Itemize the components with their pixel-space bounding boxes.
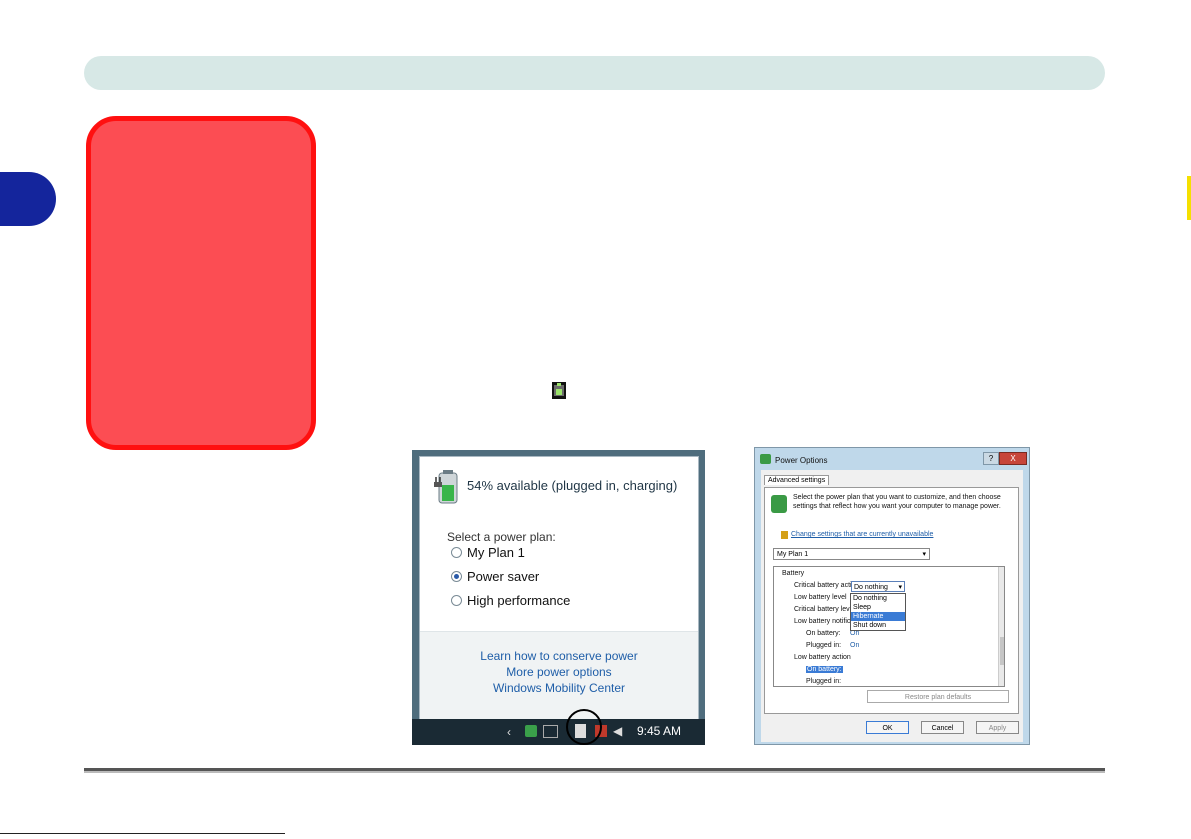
apply-button[interactable]: Apply — [976, 721, 1019, 734]
chevron-left-icon[interactable]: ‹ — [507, 725, 511, 739]
help-button[interactable]: ? — [983, 452, 999, 465]
battery-status: 54% available (plugged in, charging) — [467, 478, 678, 493]
chapter-tab — [0, 172, 56, 226]
tree-action-plugged-in[interactable]: Plugged in: — [806, 678, 841, 685]
cancel-button[interactable]: Cancel — [921, 721, 964, 734]
tree-critical-action[interactable]: Critical battery action — [794, 582, 859, 589]
tree-on-battery-value[interactable]: On — [850, 630, 859, 637]
tree-battery[interactable]: Battery — [782, 570, 804, 577]
plan-option-power-saver[interactable]: Power saver — [451, 567, 539, 585]
tray-clock[interactable]: 9:45 AM — [637, 724, 681, 738]
tree-plugged-in-value[interactable]: On — [850, 642, 859, 649]
network-icon[interactable] — [543, 725, 558, 738]
plan-description: Select the power plan that you want to c… — [793, 494, 1001, 510]
header-bar — [84, 56, 1105, 90]
popup-panel: 54% available (plugged in, charging) Sel… — [419, 456, 699, 721]
plan-label: My Plan 1 — [467, 544, 525, 560]
tree-action-on-battery[interactable]: On battery: — [806, 666, 843, 673]
tree-low-action[interactable]: Low battery action — [794, 654, 851, 661]
footer-rule-shadow — [84, 771, 1105, 773]
highlight-circle — [566, 709, 602, 745]
power-options-icon — [760, 454, 771, 464]
radio-my-plan-1[interactable] — [451, 546, 462, 558]
link-conserve-power[interactable]: Learn how to conserve power — [420, 649, 698, 663]
edge-marker — [1187, 176, 1191, 220]
dropdown-list: Do nothing Sleep Hibernate Shut down — [850, 593, 906, 631]
tree-plugged-in-label: Plugged in: — [806, 642, 842, 649]
radio-high-performance[interactable] — [451, 594, 462, 606]
tree-on-battery-label: On battery: — [806, 630, 841, 637]
dropdown-option-do-nothing[interactable]: Do nothing — [851, 594, 905, 603]
window-body: Advanced settings Select the power plan … — [761, 470, 1023, 742]
footnote-line — [0, 833, 285, 834]
restore-defaults-button[interactable]: Restore plan defaults — [867, 690, 1009, 703]
dropdown-value: Do nothing — [854, 584, 888, 591]
dropdown-option-sleep[interactable]: Sleep — [851, 603, 905, 612]
volume-icon[interactable]: ◀ — [613, 724, 622, 738]
tab-advanced-settings[interactable]: Advanced settings — [764, 475, 830, 485]
tree-low-level[interactable]: Low battery level — [794, 594, 847, 601]
window-title: Power Options — [775, 456, 828, 465]
plan-label: Power saver — [467, 568, 540, 584]
security-shield-icon[interactable] — [525, 725, 537, 737]
plan-label: High performance — [467, 592, 571, 608]
radio-power-saver[interactable] — [451, 570, 462, 582]
close-button[interactable]: X — [999, 452, 1027, 465]
shield-icon — [781, 531, 788, 539]
low-battery-action-dropdown[interactable]: Do nothing ▾ — [851, 581, 905, 592]
plan-option-high-performance[interactable]: High performance — [451, 591, 570, 609]
link-mobility-center[interactable]: Windows Mobility Center — [420, 681, 698, 695]
battery-plug-icon — [551, 381, 567, 400]
tree-critical-level[interactable]: Critical battery level — [794, 606, 855, 613]
taskbar: ‹ ◀ 9:45 AM — [412, 709, 705, 745]
plan-option-my-plan-1[interactable]: My Plan 1 — [451, 543, 525, 561]
power-options-window: Power Options ? X Advanced settings Sele… — [754, 447, 1030, 745]
select-plan-label: Select a power plan: — [447, 530, 556, 544]
dropdown-option-hibernate[interactable]: Hibernate — [851, 612, 905, 621]
tree-scrollbar[interactable] — [998, 567, 1004, 686]
popup-links-area: Learn how to conserve power More power o… — [420, 631, 698, 721]
power-meter-popup: 54% available (plugged in, charging) Sel… — [412, 450, 705, 745]
scrollbar-thumb[interactable] — [1000, 637, 1004, 665]
dropdown-option-shut-down[interactable]: Shut down — [851, 621, 905, 630]
battery-charging-icon — [434, 469, 460, 510]
settings-panel: Select the power plan that you want to c… — [764, 487, 1019, 714]
chevron-down-icon: ▾ — [922, 551, 926, 558]
ok-button[interactable]: OK — [866, 721, 909, 734]
battery-settings-icon — [771, 495, 787, 513]
link-more-power-options[interactable]: More power options — [420, 665, 698, 679]
sidebar-note-box — [86, 116, 316, 450]
chevron-down-icon: ▾ — [898, 584, 902, 591]
plan-select-value: My Plan 1 — [777, 551, 809, 558]
change-settings-link[interactable]: Change settings that are currently unava… — [791, 531, 933, 538]
plan-select[interactable]: My Plan 1 ▾ — [773, 548, 930, 560]
